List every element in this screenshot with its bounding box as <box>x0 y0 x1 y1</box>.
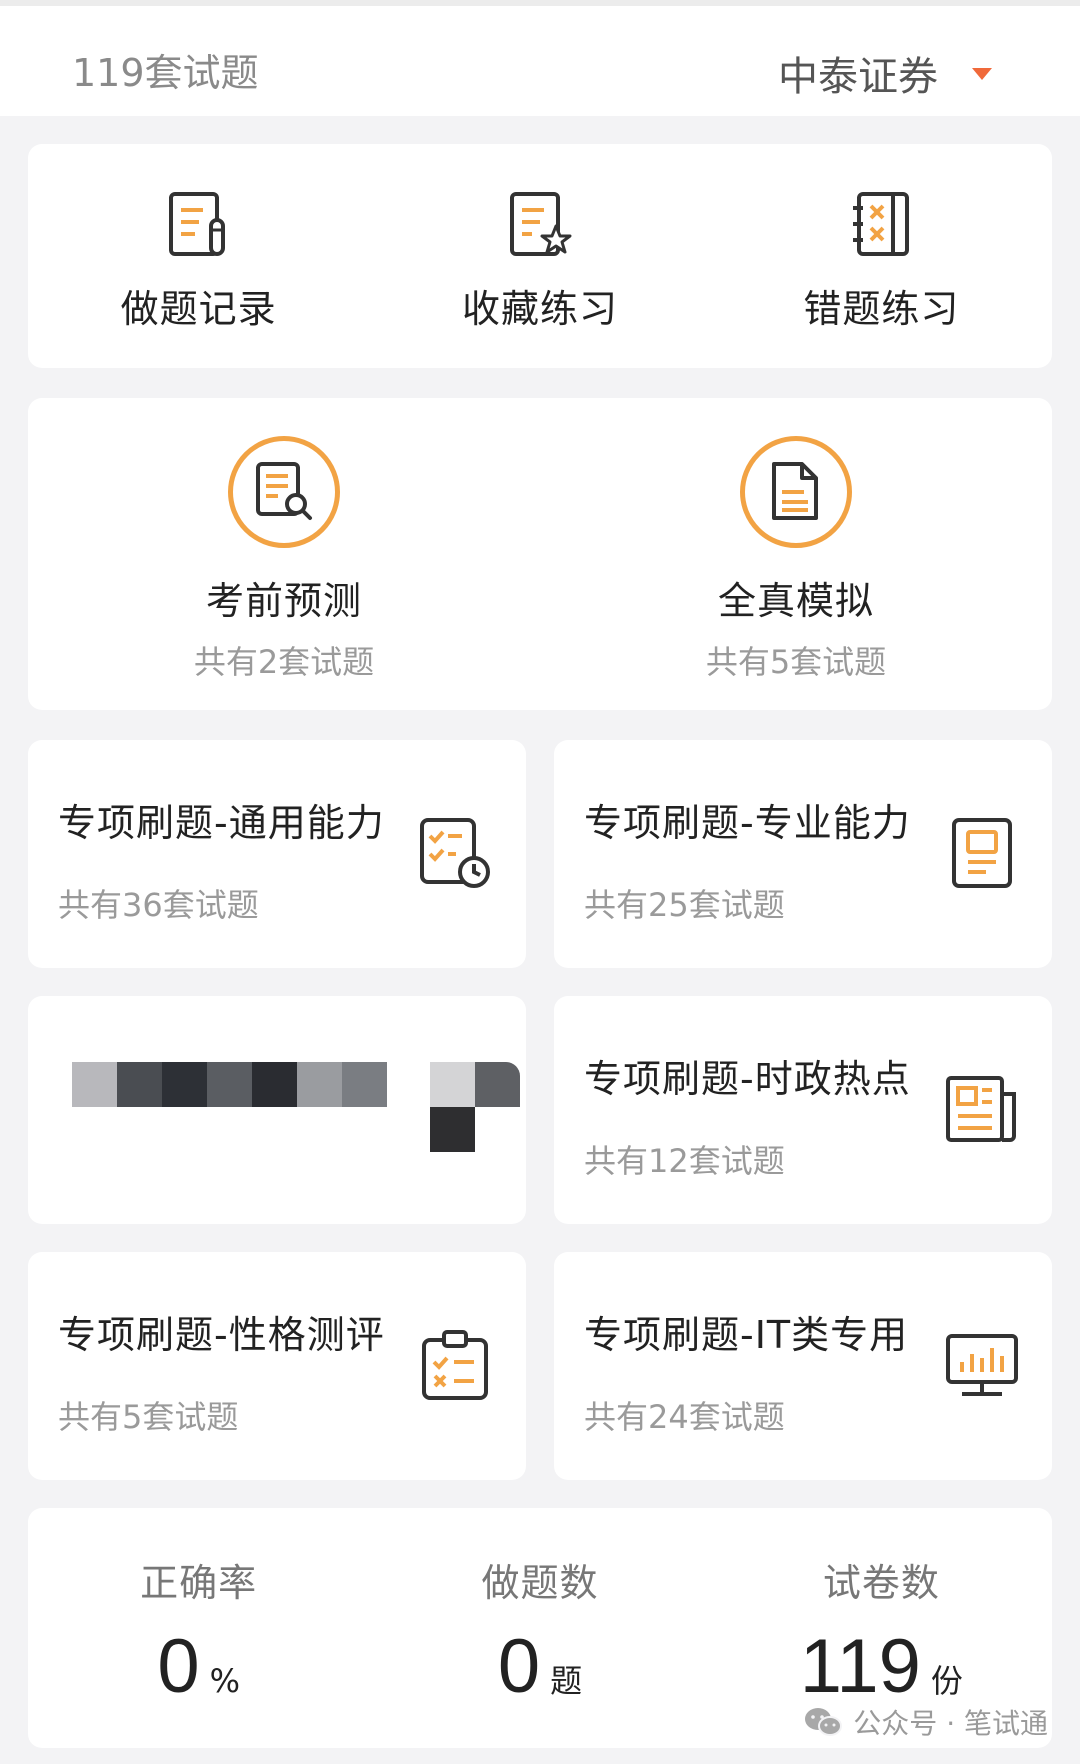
set-count: 119套试题 <box>72 51 259 95</box>
tile-title: 专项刷题-IT类专用 <box>584 1313 909 1357</box>
favorite-button[interactable]: 收藏练习 <box>369 144 710 368</box>
full-mock-count: 共有5套试题 <box>705 643 887 681</box>
tile-current-affairs[interactable]: 专项刷题-时政热点 共有12套试题 <box>554 996 1052 1224</box>
tile-count: 共有12套试题 <box>584 1142 785 1180</box>
favorite-icon <box>509 192 572 256</box>
search-doc-icon <box>256 462 312 520</box>
document-icon <box>772 462 818 520</box>
watermark: 公众号 · 笔试通 <box>803 1702 1048 1742</box>
tile-general-ability[interactable]: 专项刷题-通用能力 共有36套试题 <box>28 740 526 968</box>
tile-professional-ability[interactable]: 专项刷题-专业能力 共有25套试题 <box>554 740 1052 968</box>
stat-unit: 份 <box>930 1662 963 1700</box>
newspaper-icon <box>946 1076 1016 1142</box>
tile-redacted[interactable] <box>28 996 526 1224</box>
pre-exam-forecast-button[interactable]: 考前预测 共有2套试题 <box>28 398 540 710</box>
wechat-icon <box>805 1708 843 1736</box>
tile-title: 专项刷题-性格测评 <box>58 1313 385 1357</box>
full-mock-button[interactable]: 全真模拟 共有5套试题 <box>540 398 1052 710</box>
tile-count: 共有36套试题 <box>58 886 259 924</box>
tile-title: 专项刷题-时政热点 <box>584 1057 911 1101</box>
clipboard-icon <box>422 1330 488 1400</box>
stat-unit: % <box>209 1662 240 1700</box>
watermark-text: 公众号 · 笔试通 <box>853 1707 1048 1740</box>
monitor-chart-icon <box>946 1334 1018 1396</box>
top-bar: 119套试题 中泰证券 <box>0 0 1080 116</box>
company-name: 中泰证券 <box>778 54 938 100</box>
wrong-practice-label: 错题练习 <box>803 287 960 331</box>
tile-personality-test[interactable]: 专项刷题-性格测评 共有5套试题 <box>28 1252 526 1480</box>
favorite-label: 收藏练习 <box>461 287 618 331</box>
wrong-practice-button[interactable]: 错题练习 <box>711 144 1052 368</box>
tile-it-special[interactable]: 专项刷题-IT类专用 共有24套试题 <box>554 1252 1052 1480</box>
stat-label: 做题数 <box>481 1561 599 1605</box>
company-selector[interactable]: 中泰证券 <box>778 44 992 102</box>
stat-value: 0 <box>497 1624 541 1709</box>
exam-row: 考前预测 共有2套试题 全真模拟 共有5套试题 <box>28 398 1052 710</box>
tile-count: 共有25套试题 <box>584 886 785 924</box>
stat-unit: 题 <box>550 1662 583 1700</box>
stat-value: 0 <box>157 1624 200 1709</box>
pre-exam-title: 考前预测 <box>205 579 362 623</box>
pre-exam-ring <box>228 436 340 548</box>
record-label: 做题记录 <box>120 287 277 331</box>
record-icon <box>168 192 225 256</box>
stat-label: 正确率 <box>140 1561 258 1605</box>
function-row: 做题记录 收藏练习 错题练习 <box>28 144 1052 368</box>
full-mock-ring <box>740 436 852 548</box>
stat-questions-done: 做题数 0 题 <box>369 1508 710 1748</box>
tile-count: 共有5套试题 <box>58 1398 239 1436</box>
wrong-notebook-icon <box>853 192 910 256</box>
stat-label: 试卷数 <box>822 1561 940 1605</box>
tile-title: 专项刷题-专业能力 <box>584 801 911 845</box>
full-mock-title: 全真模拟 <box>717 579 874 623</box>
caret-down-icon <box>972 68 992 80</box>
record-button[interactable]: 做题记录 <box>28 144 369 368</box>
profile-card-icon <box>952 818 1012 888</box>
stat-accuracy: 正确率 0 % <box>28 1508 369 1748</box>
tile-count: 共有24套试题 <box>584 1398 785 1436</box>
tile-title: 专项刷题-通用能力 <box>58 801 385 845</box>
checklist-clock-icon <box>420 818 490 888</box>
stat-value: 119 <box>799 1624 921 1709</box>
pre-exam-count: 共有2套试题 <box>193 643 375 681</box>
